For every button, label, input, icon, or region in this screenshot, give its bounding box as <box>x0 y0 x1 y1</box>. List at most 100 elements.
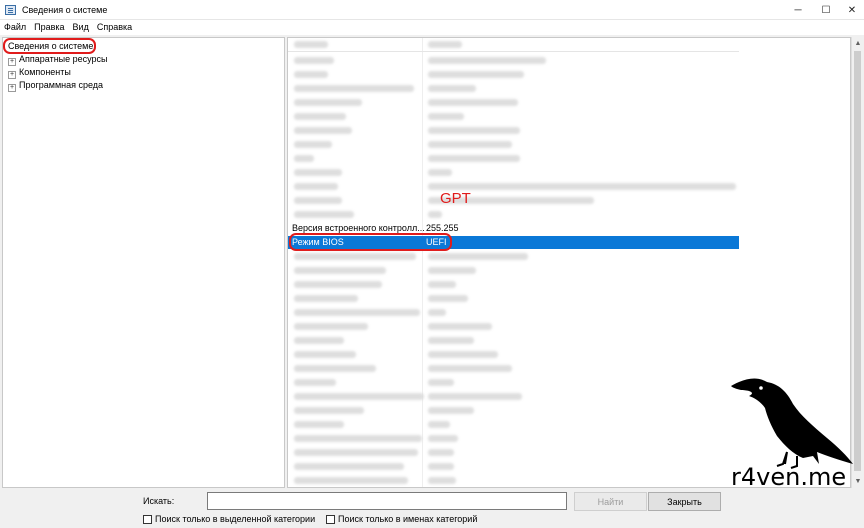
blurred-cell <box>428 309 446 316</box>
checkbox-label: Поиск только в выделенной категории <box>155 514 316 524</box>
blurred-cell <box>428 141 512 148</box>
tree-item-software-environment[interactable]: + Программная среда <box>8 80 103 93</box>
blurred-cell <box>294 477 408 484</box>
checkbox[interactable] <box>326 514 335 524</box>
list-header <box>288 38 739 52</box>
blurred-cell <box>294 71 328 78</box>
blurred-cell <box>428 253 528 260</box>
header-value-blurred[interactable] <box>428 41 462 48</box>
search-category-names-option[interactable]: Поиск только в именах категорий <box>326 514 477 524</box>
blurred-cell <box>428 449 454 456</box>
table-row[interactable] <box>288 264 739 277</box>
blurred-cell <box>428 211 442 218</box>
table-row[interactable] <box>288 208 739 221</box>
blurred-cell <box>294 295 358 302</box>
table-row[interactable] <box>288 474 739 487</box>
table-row[interactable] <box>288 320 739 333</box>
tree-item-label: Программная среда <box>19 80 104 90</box>
blurred-cell <box>294 155 314 162</box>
table-row[interactable] <box>288 166 739 179</box>
blurred-cell <box>294 85 414 92</box>
table-row[interactable] <box>288 404 739 417</box>
tree-item-components[interactable]: + Компоненты <box>8 67 71 80</box>
table-row[interactable] <box>288 96 739 109</box>
tree-item-hardware-resources[interactable]: + Аппаратные ресурсы <box>8 54 108 67</box>
menu-bar: Файл Правка Вид Справка <box>0 20 864 35</box>
blurred-cell <box>294 253 416 260</box>
tree-item-label: Аппаратные ресурсы <box>19 54 108 64</box>
blurred-cell <box>428 113 464 120</box>
blurred-cell <box>294 267 386 274</box>
expand-plus-icon[interactable]: + <box>8 58 16 66</box>
maximize-button[interactable]: ☐ <box>812 0 840 20</box>
table-row[interactable] <box>288 152 739 165</box>
blurred-cell <box>294 57 334 64</box>
table-row[interactable] <box>288 138 739 151</box>
table-row[interactable] <box>288 432 739 445</box>
blurred-cell <box>294 435 422 442</box>
blurred-cell <box>294 393 424 400</box>
blurred-cell <box>294 183 338 190</box>
blurred-cell <box>428 57 546 64</box>
find-button[interactable]: Найти <box>574 492 647 511</box>
blurred-cell <box>428 351 498 358</box>
blurred-cell <box>294 127 352 134</box>
expand-plus-icon[interactable]: + <box>8 71 16 79</box>
blurred-cell <box>294 449 418 456</box>
search-selected-category-option[interactable]: Поиск только в выделенной категории <box>143 514 315 524</box>
blurred-cell <box>428 295 468 302</box>
checkbox[interactable] <box>143 514 152 524</box>
blurred-cell <box>294 379 336 386</box>
cell-value: 255.255 <box>426 223 459 233</box>
table-row[interactable] <box>288 82 739 95</box>
table-row[interactable] <box>288 348 739 361</box>
header-element-blurred[interactable] <box>294 41 328 48</box>
table-row[interactable] <box>288 68 739 81</box>
table-row[interactable] <box>288 376 739 389</box>
scroll-up-arrow-icon[interactable]: ▲ <box>852 37 864 49</box>
cell-element: Версия встроенного контролл... <box>292 223 425 233</box>
minimize-button[interactable]: ─ <box>784 0 812 20</box>
blurred-cell <box>428 85 476 92</box>
gpt-annotation: GPT <box>440 190 471 207</box>
blurred-cell <box>428 407 474 414</box>
search-input[interactable] <box>207 492 567 510</box>
table-row[interactable] <box>288 54 739 67</box>
table-row[interactable] <box>288 362 739 375</box>
blurred-cell <box>428 365 512 372</box>
table-row[interactable] <box>288 418 739 431</box>
blurred-cell <box>294 365 376 372</box>
close-search-button[interactable]: Закрыть <box>648 492 721 511</box>
blurred-cell <box>294 309 420 316</box>
expand-plus-icon[interactable]: + <box>8 84 16 92</box>
menu-edit[interactable]: Правка <box>30 20 68 35</box>
table-row[interactable] <box>288 110 739 123</box>
menu-file[interactable]: Файл <box>0 20 30 35</box>
blurred-cell <box>294 351 356 358</box>
table-row[interactable] <box>288 446 739 459</box>
blurred-cell <box>294 141 332 148</box>
blurred-cell <box>294 421 344 428</box>
blurred-cell <box>428 267 476 274</box>
table-row[interactable] <box>288 278 739 291</box>
table-row[interactable] <box>288 292 739 305</box>
close-button[interactable]: ✕ <box>838 0 864 20</box>
highlight-oval <box>289 233 452 251</box>
blurred-cell <box>294 281 382 288</box>
table-row[interactable] <box>288 180 739 193</box>
blurred-cell <box>428 337 474 344</box>
blurred-cell <box>428 393 522 400</box>
watermark-text: r4ven.me <box>731 463 847 491</box>
menu-view[interactable]: Вид <box>69 20 93 35</box>
table-row[interactable] <box>288 124 739 137</box>
table-row[interactable] <box>288 334 739 347</box>
table-row[interactable] <box>288 390 739 403</box>
table-row[interactable] <box>288 250 739 263</box>
blurred-cell <box>428 463 454 470</box>
table-row[interactable] <box>288 306 739 319</box>
search-label: Искать: <box>143 496 175 506</box>
table-row[interactable] <box>288 460 739 473</box>
menu-help[interactable]: Справка <box>93 20 136 35</box>
blurred-cell <box>428 323 492 330</box>
table-row[interactable] <box>288 194 739 207</box>
